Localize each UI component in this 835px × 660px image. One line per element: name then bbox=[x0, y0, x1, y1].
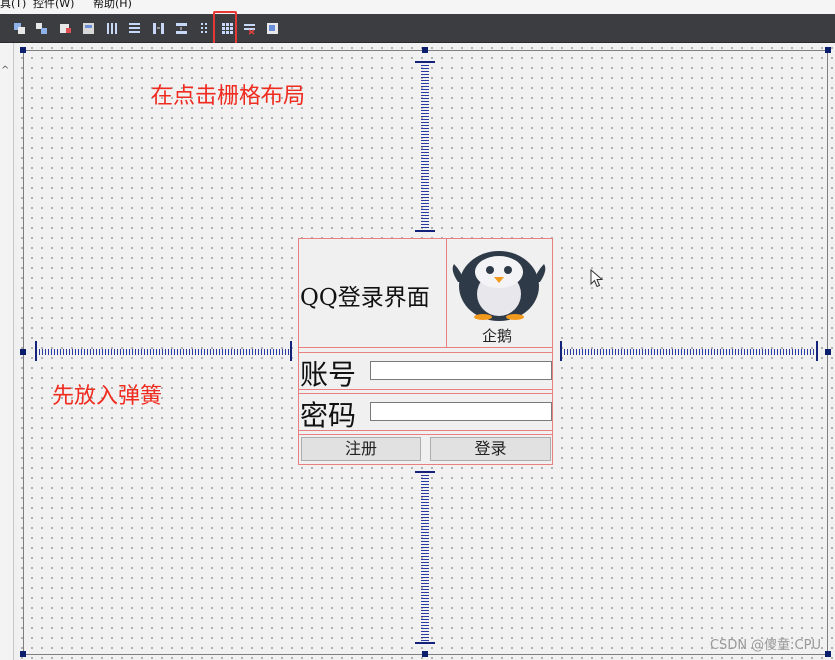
form-title: QQ登录界面 bbox=[300, 285, 430, 311]
horizontal-spacer-left[interactable] bbox=[36, 349, 290, 355]
menu-tools[interactable]: 具(T) bbox=[0, 0, 26, 10]
spacer-cap bbox=[415, 471, 435, 473]
vertical-spacer-top[interactable] bbox=[421, 62, 429, 230]
resize-handle[interactable] bbox=[20, 47, 26, 53]
spacer-cap bbox=[290, 341, 292, 361]
edit-widgets-icon[interactable] bbox=[12, 21, 26, 35]
toolbar bbox=[0, 14, 835, 43]
chevron-up-icon[interactable]: ^ bbox=[1, 65, 9, 76]
annotation-add-spacer: 先放入弹簧 bbox=[52, 384, 163, 409]
password-label: 密码 bbox=[300, 399, 357, 432]
annotation-grid-layout: 在点击栅格布局 bbox=[151, 84, 306, 109]
resize-handle[interactable] bbox=[422, 47, 428, 53]
register-button[interactable]: 注册 bbox=[301, 437, 421, 461]
password-input[interactable] bbox=[370, 402, 552, 421]
adjust-size-icon[interactable] bbox=[265, 21, 279, 35]
resize-handle[interactable] bbox=[825, 651, 831, 657]
layout-form-icon[interactable] bbox=[197, 21, 211, 35]
layout-vertical-splitter-icon[interactable] bbox=[174, 21, 188, 35]
spacer-cap bbox=[415, 61, 435, 63]
layout-horizontal-icon[interactable] bbox=[105, 21, 119, 35]
left-scroll-strip[interactable]: ^ bbox=[0, 43, 14, 660]
menu-help[interactable]: 帮助(H) bbox=[93, 0, 132, 10]
account-label: 账号 bbox=[300, 358, 357, 391]
penguin-icon bbox=[452, 251, 546, 321]
watermark: CSDN @傻童:CPU bbox=[709, 638, 821, 653]
resize-handle[interactable] bbox=[20, 349, 26, 355]
login-button[interactable]: 登录 bbox=[430, 437, 551, 461]
spacer-cap bbox=[415, 230, 435, 232]
break-layout-icon[interactable] bbox=[242, 21, 256, 35]
penguin-label: 企鹅 bbox=[482, 327, 513, 345]
resize-handle[interactable] bbox=[825, 47, 831, 53]
account-input[interactable] bbox=[370, 361, 552, 380]
resize-handle[interactable] bbox=[825, 349, 831, 355]
spacer-cap bbox=[415, 642, 435, 644]
edit-tab-order-icon[interactable] bbox=[81, 21, 95, 35]
layout-vertical-icon[interactable] bbox=[127, 21, 141, 35]
horizontal-spacer-right[interactable] bbox=[561, 349, 817, 355]
edit-buddies-icon[interactable] bbox=[58, 21, 72, 35]
resize-handle[interactable] bbox=[422, 651, 428, 657]
spacer-cap bbox=[816, 341, 818, 361]
layout-horizontal-splitter-icon[interactable] bbox=[151, 21, 165, 35]
vertical-spacer-bottom[interactable] bbox=[421, 472, 429, 642]
spacer-cap bbox=[560, 341, 562, 361]
resize-handle[interactable] bbox=[20, 651, 26, 657]
menu-widgets[interactable]: 控件(W) bbox=[33, 0, 74, 10]
edit-signals-icon[interactable] bbox=[34, 21, 48, 35]
menubar: 具(T) 控件(W) 帮助(H) bbox=[0, 0, 835, 14]
spacer-cap bbox=[35, 341, 37, 361]
mouse-cursor-icon bbox=[590, 269, 604, 288]
